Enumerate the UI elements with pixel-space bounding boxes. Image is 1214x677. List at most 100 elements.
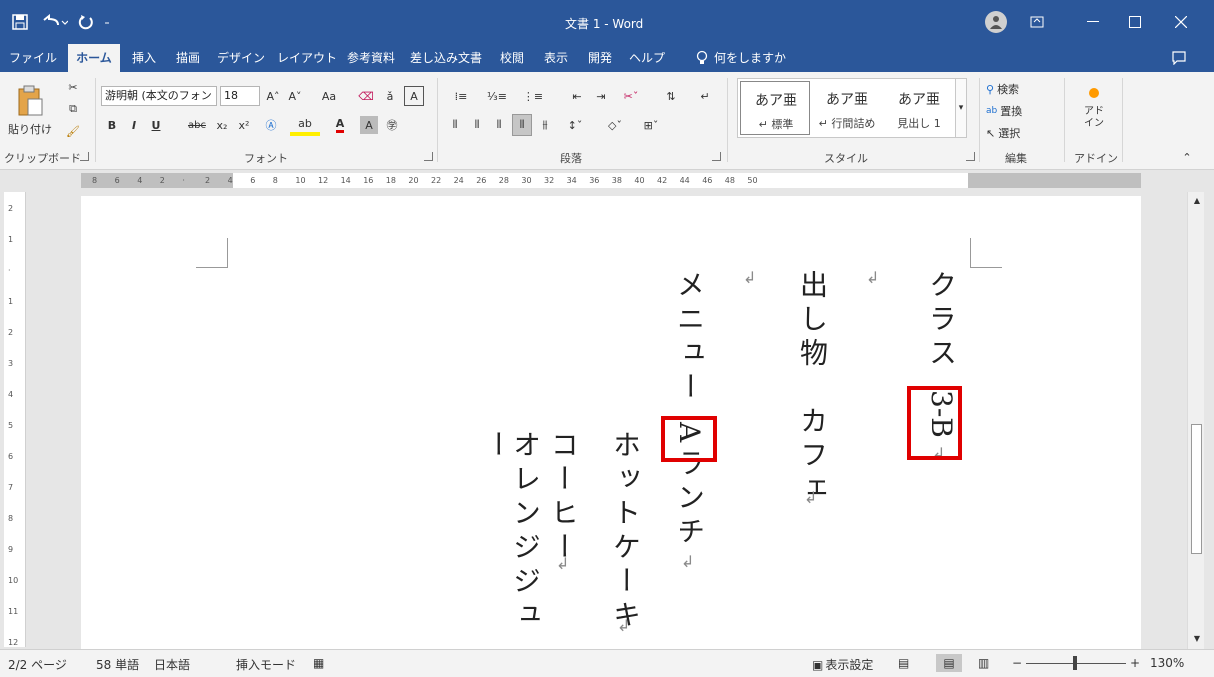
tab-references[interactable]: 参考資料: [342, 44, 400, 72]
undo-icon[interactable]: [38, 12, 70, 32]
shading-icon[interactable]: ◇ˇ: [600, 114, 630, 136]
line-spacing-icon[interactable]: ↕ˇ: [560, 114, 590, 136]
tell-me-search[interactable]: 何をしますか: [714, 44, 794, 72]
select-button[interactable]: ↖ 選択: [986, 124, 1056, 142]
close-icon[interactable]: [1166, 12, 1196, 32]
scroll-thumb[interactable]: [1191, 424, 1202, 554]
print-layout-icon[interactable]: ▤: [936, 654, 962, 672]
zoom-slider-thumb[interactable]: [1073, 656, 1077, 670]
numbering-icon[interactable]: ⅓≡: [482, 86, 512, 106]
clipboard-launcher-icon[interactable]: [80, 152, 89, 161]
decrease-indent-icon[interactable]: ⇤: [566, 86, 588, 106]
bullets-icon[interactable]: ⁞≡: [446, 86, 476, 106]
align-top-icon[interactable]: ⫴: [446, 114, 464, 136]
change-case-button[interactable]: Aa: [314, 86, 344, 106]
font-size-select[interactable]: 18: [220, 86, 260, 106]
subscript-button[interactable]: x₂: [212, 114, 232, 136]
paste-button[interactable]: 貼り付け: [2, 76, 58, 146]
superscript-button[interactable]: x²: [234, 114, 254, 136]
find-button[interactable]: ⚲ 検索: [986, 80, 1056, 98]
align-center-icon[interactable]: ⫴: [468, 114, 486, 136]
save-icon[interactable]: [10, 12, 30, 32]
tab-help[interactable]: ヘルプ: [624, 44, 670, 72]
redo-icon[interactable]: [76, 12, 96, 32]
tab-layout[interactable]: レイアウト: [274, 44, 340, 72]
insert-mode-indicator[interactable]: 挿入モード: [236, 656, 296, 673]
style-heading-1[interactable]: あア亜 見出し 1: [884, 81, 954, 135]
zoom-level[interactable]: 130%: [1150, 656, 1184, 670]
text-column-menu-hotcake[interactable]: ホットケーキ: [609, 430, 642, 634]
addins-button[interactable]: アド イン: [1072, 78, 1116, 140]
maximize-icon[interactable]: [1120, 12, 1150, 32]
show-marks-icon[interactable]: ↵: [694, 86, 716, 106]
vertical-ruler[interactable]: 2 1 · 1 2 3 4 5 6 7 8 9 10 11 12: [4, 192, 26, 647]
zoom-in-icon[interactable]: +: [1130, 656, 1140, 670]
customize-qat-icon[interactable]: ₌: [100, 12, 114, 32]
read-mode-icon[interactable]: ▤: [898, 656, 909, 670]
character-shading-icon[interactable]: A: [360, 116, 378, 134]
asian-layout-icon[interactable]: ✂ˇ: [616, 86, 646, 106]
grow-font-icon[interactable]: A˄: [264, 86, 282, 106]
tab-draw[interactable]: 描画: [168, 44, 208, 72]
ribbon-display-icon[interactable]: [1027, 12, 1047, 32]
replace-button[interactable]: ab 置換: [986, 102, 1056, 120]
borders-icon[interactable]: ⊞ˇ: [636, 114, 666, 136]
tab-developer[interactable]: 開発: [580, 44, 620, 72]
clear-format-icon[interactable]: ⌫: [356, 86, 376, 106]
copy-icon[interactable]: ⧉: [64, 100, 82, 118]
tab-review[interactable]: 校閲: [492, 44, 532, 72]
enclose-characters-icon[interactable]: ㊫: [382, 114, 402, 136]
display-settings-button[interactable]: ▣ 表示設定: [812, 656, 873, 673]
styles-more-icon[interactable]: ▾: [955, 78, 967, 138]
increase-indent-icon[interactable]: ⇥: [590, 86, 612, 106]
web-layout-icon[interactable]: ▥: [978, 656, 989, 670]
text-column-event[interactable]: 出し物 カフェ: [796, 270, 829, 508]
scroll-down-icon[interactable]: ▼: [1191, 632, 1203, 644]
style-no-spacing[interactable]: あア亜 ↵ 行間詰め: [812, 81, 882, 135]
cut-icon[interactable]: ✂: [64, 78, 82, 96]
collapse-ribbon-icon[interactable]: ⌃: [1180, 150, 1194, 164]
tab-home[interactable]: ホーム: [68, 44, 120, 72]
zoom-out-icon[interactable]: −: [1012, 656, 1022, 670]
distributed-icon[interactable]: ⫵: [536, 114, 554, 136]
italic-button[interactable]: I: [124, 114, 144, 136]
bold-button[interactable]: B: [102, 114, 122, 136]
underline-button[interactable]: U: [146, 114, 166, 136]
vertical-scrollbar[interactable]: ▲ ▼: [1187, 192, 1204, 649]
word-count[interactable]: 58 単語: [96, 656, 139, 673]
justify-icon[interactable]: ⫴: [512, 114, 532, 136]
phonetic-guide-icon[interactable]: ǎ: [380, 86, 400, 106]
tab-view[interactable]: 表示: [536, 44, 576, 72]
shrink-font-icon[interactable]: A˅: [286, 86, 304, 106]
tab-mailings[interactable]: 差し込み文書: [404, 44, 488, 72]
text-column-menu-heading[interactable]: メニュー: [673, 270, 706, 406]
language-indicator[interactable]: 日本語: [154, 656, 190, 673]
account-avatar[interactable]: [985, 11, 1007, 33]
styles-launcher-icon[interactable]: [966, 152, 975, 161]
font-name-select[interactable]: 游明朝 (本文のフォン: [101, 86, 217, 106]
character-border-icon[interactable]: A: [404, 86, 424, 106]
scroll-up-icon[interactable]: ▲: [1191, 194, 1203, 206]
macro-record-icon[interactable]: ▦: [313, 656, 324, 670]
comments-icon[interactable]: [1170, 49, 1188, 67]
highlight-color-icon[interactable]: ab: [290, 114, 320, 136]
text-column-menu-orange-juice[interactable]: オレンジジュー: [481, 430, 542, 656]
text-column-class[interactable]: クラス: [925, 270, 958, 372]
strikethrough-button[interactable]: abc: [184, 114, 210, 136]
tab-insert[interactable]: 挿入: [122, 44, 166, 72]
format-painter-icon[interactable]: 🖌: [64, 122, 82, 140]
font-launcher-icon[interactable]: [424, 152, 433, 161]
multilevel-list-icon[interactable]: ⋮≡: [518, 86, 548, 106]
paragraph-launcher-icon[interactable]: [712, 152, 721, 161]
tab-design[interactable]: デザイン: [212, 44, 270, 72]
text-column-menu-coffee[interactable]: コーヒー: [547, 430, 580, 566]
page-count[interactable]: 2/2 ページ: [8, 656, 67, 673]
style-normal[interactable]: あア亜 ↵ 標準: [740, 81, 810, 135]
page[interactable]: クラス 3-B ↲ ↲ 出し物 カフェ ↲ ↲ メニュー Aランチ ↲ ホットケ…: [81, 196, 1141, 656]
text-effects-icon[interactable]: Ⓐ: [258, 114, 284, 136]
font-color-button[interactable]: A: [326, 114, 354, 136]
align-bottom-icon[interactable]: ⫴: [490, 114, 508, 136]
sort-icon[interactable]: ⇅: [660, 86, 682, 106]
minimize-icon[interactable]: [1078, 12, 1108, 32]
tab-file[interactable]: ファイル: [2, 44, 64, 72]
